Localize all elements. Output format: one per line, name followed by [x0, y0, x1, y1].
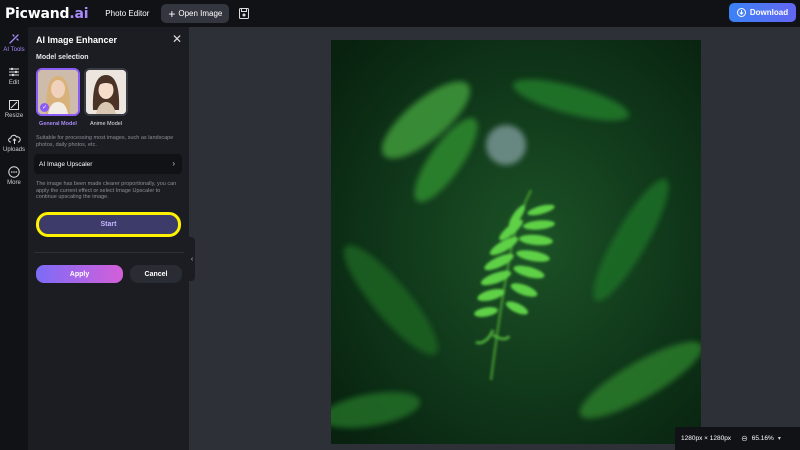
more-dots-icon: [8, 166, 20, 178]
rail-item-resize[interactable]: Resize: [0, 99, 28, 119]
status-bar: 1280px × 1280px ⊖ 65.16% ▾: [675, 427, 800, 450]
cancel-button[interactable]: Cancel: [130, 265, 182, 283]
upload-cloud-icon: [7, 134, 21, 144]
fern-photo[interactable]: [331, 40, 701, 444]
ai-image-upscaler-option[interactable]: AI Image Upscaler ›: [34, 154, 182, 174]
rail-item-edit[interactable]: Edit: [0, 66, 28, 86]
close-icon[interactable]: ✕: [172, 33, 182, 45]
rail-item-ai-tools[interactable]: AI Tools: [0, 33, 28, 53]
download-button[interactable]: Download: [729, 3, 796, 22]
app-logo[interactable]: Picwand.ai: [5, 6, 88, 22]
anime-model-portrait: [86, 70, 126, 114]
rail-item-uploads[interactable]: Uploads: [0, 133, 28, 153]
chevron-right-icon: ›: [172, 159, 175, 168]
left-rail: AI Tools Edit Resize Uploads More: [0, 27, 28, 450]
ai-tools-icon: [9, 34, 19, 44]
zoom-level[interactable]: 65.16%: [752, 435, 774, 442]
divider: [34, 252, 184, 253]
general-model-thumbnail[interactable]: ✓: [36, 68, 80, 116]
apply-button[interactable]: Apply: [36, 265, 123, 283]
enhancer-panel: AI Image Enhancer ✕ Model selection ✓ Ge…: [28, 27, 189, 450]
save-file-icon[interactable]: [239, 8, 250, 19]
sliders-icon: [9, 67, 19, 77]
resize-icon: [9, 100, 19, 110]
rail-item-more[interactable]: More: [0, 166, 28, 186]
zoom-out-icon[interactable]: ⊖: [741, 434, 748, 443]
model-description: Suitable for processing most images, suc…: [36, 135, 174, 148]
download-icon: [736, 8, 746, 17]
selected-check-icon: ✓: [40, 103, 49, 112]
plus-icon: +: [168, 6, 176, 21]
top-bar: Picwand.ai Photo Editor + Open Image Dow…: [0, 0, 800, 27]
photo-editor-link[interactable]: Photo Editor: [105, 9, 149, 18]
general-model-label[interactable]: General Model: [34, 121, 82, 127]
anime-model-label[interactable]: Anime Model: [82, 121, 130, 127]
open-image-button[interactable]: + Open Image: [161, 4, 230, 23]
upscale-note: The image has been made clearer proporti…: [36, 181, 177, 200]
image-dimensions: 1280px × 1280px: [681, 435, 732, 442]
anime-model-thumbnail[interactable]: [84, 68, 128, 116]
chevron-down-icon[interactable]: ▾: [778, 435, 781, 442]
fern-photo-image: [331, 40, 701, 444]
model-section-label: Model selection: [36, 54, 89, 61]
start-button[interactable]: Start: [36, 212, 181, 237]
panel-title: AI Image Enhancer: [36, 35, 118, 45]
image-canvas: 1280px × 1280px ⊖ 65.16% ▾: [195, 27, 800, 450]
